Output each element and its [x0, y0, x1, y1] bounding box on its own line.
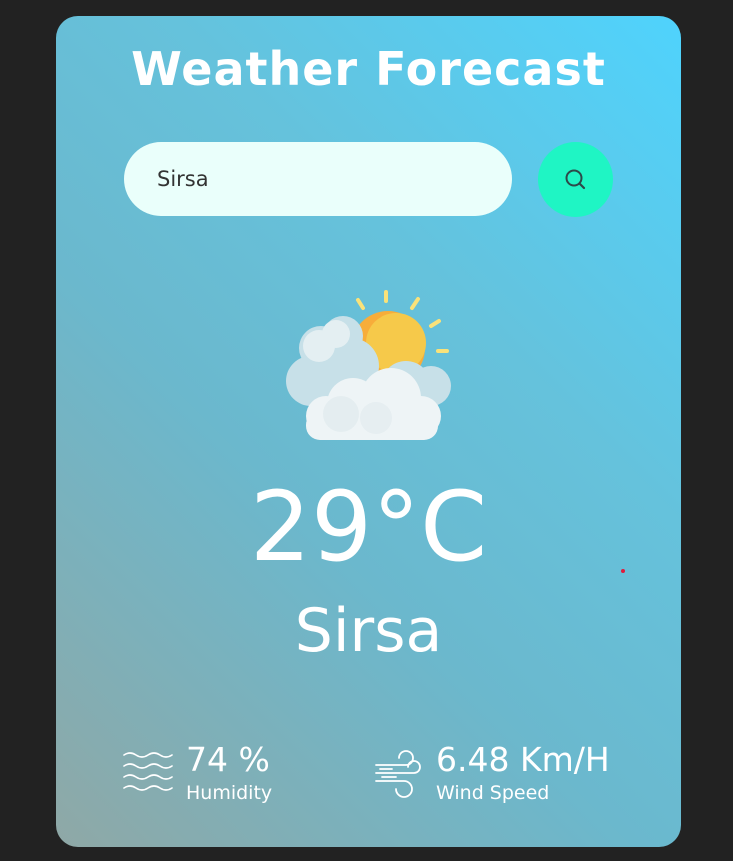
city-name: Sirsa: [294, 596, 443, 666]
sun-behind-clouds-icon: [286, 290, 451, 440]
wind-icon: [375, 750, 421, 798]
temperature: 29°C: [249, 471, 488, 583]
app-title: Weather Forecast: [131, 42, 606, 96]
humidity-value: 74 %: [186, 740, 270, 779]
search-button[interactable]: [538, 142, 613, 217]
weather-card: Weather Forecast Sirsa 29°C Sirsa 74 % H…: [56, 16, 681, 847]
humidity-label: Humidity: [186, 782, 273, 804]
humidity-detail: 74 % Humidity: [122, 741, 272, 805]
city-search-input[interactable]: [157, 167, 477, 191]
decorative-dot: [621, 569, 625, 573]
humidity-waves-icon: [123, 752, 173, 791]
wind-detail: 6.48 Km/H Wind Speed: [372, 741, 610, 805]
wind-value: 6.48 Km/H: [436, 740, 610, 779]
wind-label: Wind Speed: [436, 782, 550, 804]
search-icon: [565, 169, 585, 189]
search-box: [124, 142, 512, 216]
